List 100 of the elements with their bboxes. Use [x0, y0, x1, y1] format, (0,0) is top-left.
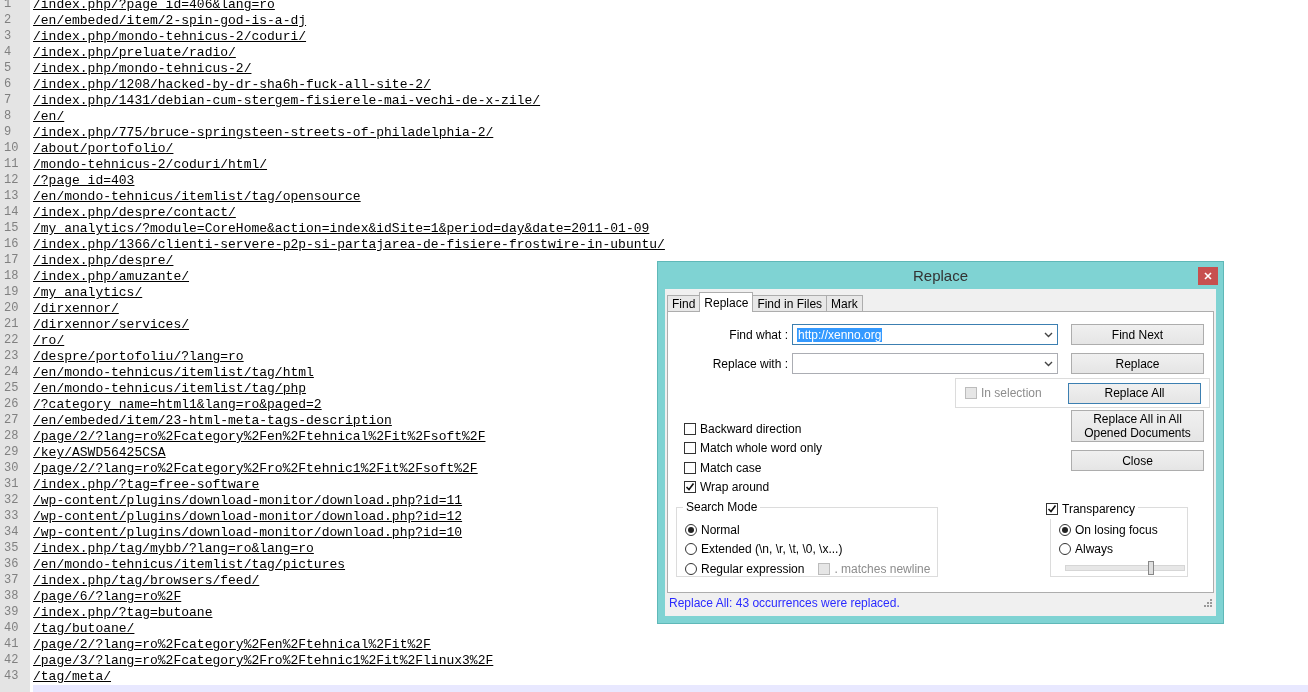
line-number: 11 [0, 157, 30, 173]
radio-label: On losing focus [1075, 522, 1158, 537]
dialog-button[interactable]: Replace All [1068, 382, 1201, 404]
radio-label: Normal [701, 522, 740, 537]
line-number: 7 [0, 93, 30, 109]
resize-grip-icon[interactable] [1204, 599, 1212, 607]
line-number: 23 [0, 349, 30, 365]
code-line: /index.php/tag/mybb/?lang=ro&lang=ro [33, 541, 314, 557]
code-line: /en/ [33, 109, 65, 125]
dropdown-caret-icon[interactable] [1044, 331, 1053, 338]
code-line: /?category_name=html1&lang=ro&paged=2 [33, 397, 322, 413]
line-number: 25 [0, 381, 30, 397]
code-line: /en/embeded/item/2-spin-god-is-a-dj [33, 13, 307, 29]
dialog-button[interactable]: Replace All in All Opened Documents [1071, 410, 1204, 442]
radio-label: Always [1075, 542, 1113, 557]
line-number: 8 [0, 109, 30, 125]
checkbox-label: In selection [981, 386, 1042, 400]
checkbox[interactable] [684, 422, 696, 435]
line-number: 21 [0, 317, 30, 333]
line-number: 9 [0, 125, 30, 141]
radio-button[interactable] [685, 562, 697, 575]
line-number: 16 [0, 237, 30, 253]
code-line: /index.php/?tag=free-software [33, 477, 260, 493]
dialog-button[interactable]: Close [1071, 450, 1204, 471]
radio-button[interactable] [1059, 523, 1071, 536]
close-icon [1204, 272, 1212, 280]
code-line: /my_analytics/?module=CoreHome&action=index&idSite=1&period=day&date=2011-01-09 [33, 221, 650, 237]
line-number: 19 [0, 285, 30, 301]
radio-button[interactable] [685, 523, 697, 536]
tab[interactable]: Find in Files [752, 295, 828, 312]
code-line: /page/3/?lang=ro%2Fcategory%2Fro%2Ftehnic1%2Fit%2Flinux3%2F [33, 653, 494, 669]
code-line: /en/mondo-tehnicus/itemlist/tag/opensource [33, 189, 361, 205]
checkbox[interactable] [684, 442, 696, 455]
close-button[interactable] [1198, 267, 1218, 285]
line-number: 34 [0, 525, 30, 541]
checkbox[interactable] [1046, 502, 1058, 515]
line-number: 26 [0, 397, 30, 413]
code-line: /key/ASWD56425CSA [33, 445, 166, 461]
line-number: 18 [0, 269, 30, 285]
code-line: /page/6/?lang=ro%2F [33, 589, 182, 605]
line-number: 20 [0, 301, 30, 317]
line-number: 29 [0, 445, 30, 461]
line-number: 13 [0, 189, 30, 205]
line-number: 32 [0, 493, 30, 509]
code-line: /page/2/?lang=ro%2Fcategory%2Fen%2Ftehnical%2Fit%2F [33, 637, 431, 653]
line-number: 28 [0, 429, 30, 445]
checkbox-label: Match whole word only [700, 441, 823, 456]
checkbox[interactable] [684, 461, 696, 474]
checkbox-label: Backward direction [700, 421, 802, 436]
replace-with-field[interactable] [792, 353, 1058, 374]
code-line: /index.php/tag/browsers/feed/ [33, 573, 260, 589]
line-number: 3 [0, 29, 30, 45]
checkbox[interactable] [684, 481, 696, 494]
tab[interactable]: Mark [826, 295, 863, 312]
line-number: 24 [0, 365, 30, 381]
code-line: /en/embeded/item/23-html-meta-tags-description [33, 413, 392, 429]
status-message: Replace All: 43 occurrences were replaced. [669, 596, 900, 610]
code-line: /index.php/mondo-tehnicus-2/ [33, 61, 252, 77]
slider-thumb[interactable] [1147, 561, 1154, 575]
tab[interactable]: Replace [699, 292, 754, 312]
radio-button[interactable] [685, 543, 697, 556]
line-number: 36 [0, 557, 30, 573]
code-line: /tag/butoane/ [33, 621, 135, 637]
checkbox-label: Wrap around [700, 480, 770, 495]
field-label: Replace with : [711, 356, 788, 371]
code-line: /index.php/1208/hacked-by-dr-sha6h-fuck-all-site-2/ [33, 77, 431, 93]
code-line: /dirxennor/services/ [33, 317, 190, 333]
code-line: /about/portofolio/ [33, 141, 174, 157]
line-number: 39 [0, 605, 30, 621]
code-line: /dirxennor/ [33, 301, 119, 317]
dialog-button[interactable]: Find Next [1071, 324, 1204, 345]
code-line: /index.php/1366/clienti-servere-p2p-si-partajarea-de-fisiere-frostwire-in-ubuntu/ [33, 237, 665, 253]
dropdown-caret-icon[interactable] [1044, 360, 1053, 367]
line-number: 31 [0, 477, 30, 493]
line-number: 38 [0, 589, 30, 605]
code-line: /index.php/despre/ [33, 253, 174, 269]
code-line: /despre/portofoliu/?lang=ro [33, 349, 244, 365]
line-number: 35 [0, 541, 30, 557]
code-line: /wp-content/plugins/download-monitor/download.php?id=11 [33, 493, 463, 509]
line-number: 6 [0, 77, 30, 93]
code-line: /wp-content/plugins/download-monitor/download.php?id=12 [33, 509, 463, 525]
line-number: 4 [0, 45, 30, 61]
line-number: 15 [0, 221, 30, 237]
code-line: /mondo-tehnicus-2/coduri/html/ [33, 157, 268, 173]
dialog-button[interactable]: Replace [1071, 353, 1204, 374]
radio-button[interactable] [1059, 543, 1071, 556]
radio-label: Extended (\n, \r, \t, \0, \x...) [701, 542, 843, 557]
field-label: Find what : [728, 327, 788, 342]
line-number: 17 [0, 253, 30, 269]
code-line: /index.php/amuzante/ [33, 269, 190, 285]
tab[interactable]: Find [667, 295, 701, 312]
code-line: /index.php/preluate/radio/ [33, 45, 236, 61]
dialog-title: Replace [912, 267, 968, 284]
line-number: 37 [0, 573, 30, 589]
line-number: 10 [0, 141, 30, 157]
code-line: /page/2/?lang=ro%2Fcategory%2Fro%2Ftehnic1%2Fit%2Fsoft%2F [33, 461, 478, 477]
radio-label: Regular expression [701, 561, 805, 576]
line-number: 22 [0, 333, 30, 349]
code-line: /index.php/775/bruce-springsteen-streets-of-philadelphia-2/ [33, 125, 494, 141]
code-line: /?page_id=403 [33, 173, 135, 189]
